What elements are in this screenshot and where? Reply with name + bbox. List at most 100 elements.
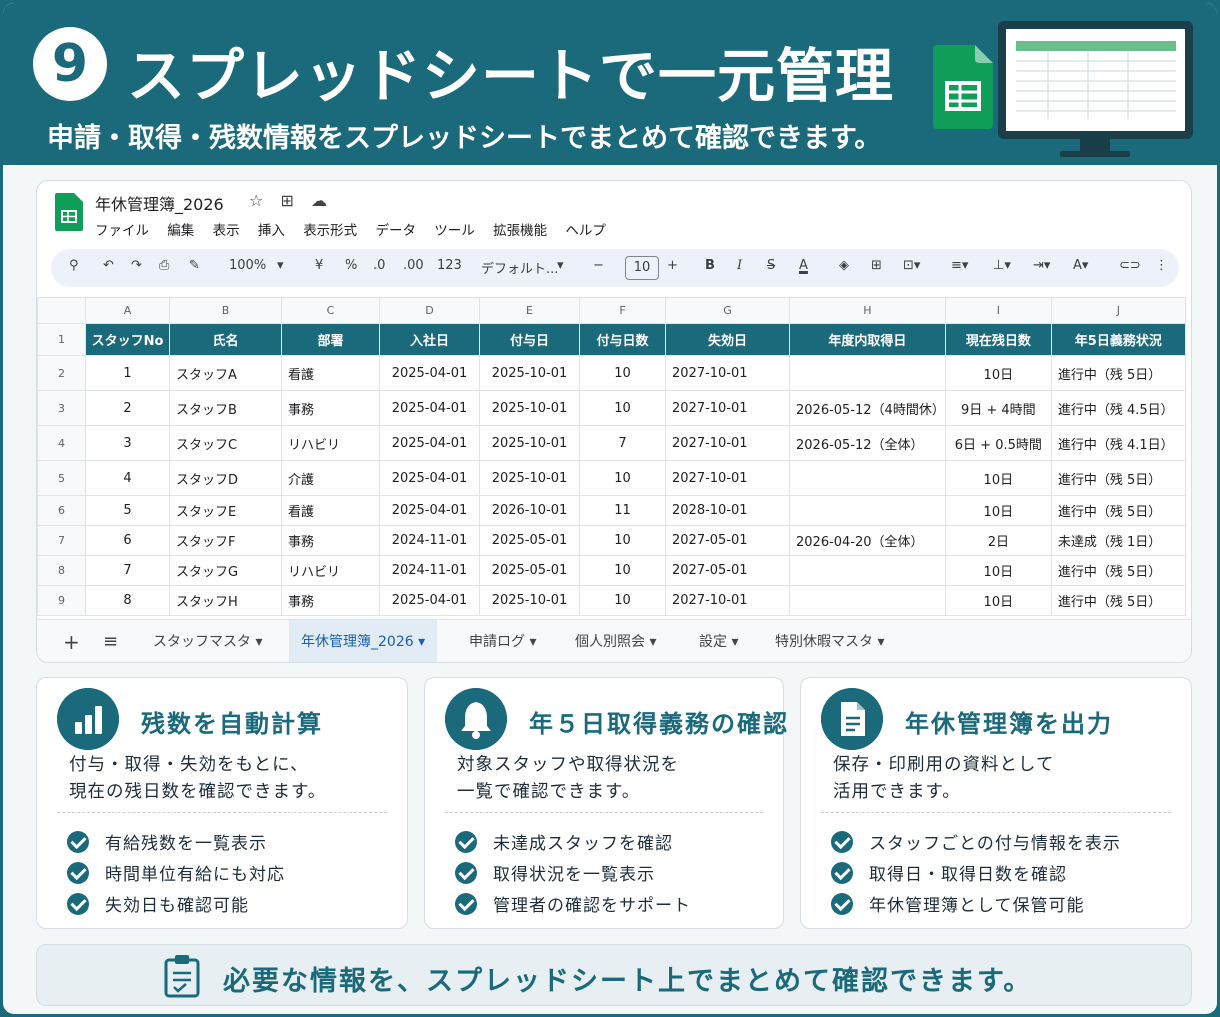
sheet-tab-active[interactable]: 年休管理簿_2026 ▾ <box>289 620 438 662</box>
sheet-tab[interactable]: 申請ログ ▾ <box>469 620 536 662</box>
strikethrough-button[interactable]: S <box>767 258 775 273</box>
row-number[interactable]: 5 <box>37 460 86 496</box>
row-number[interactable]: 2 <box>37 355 86 391</box>
table-cell[interactable]: 2027-10-01 <box>665 390 790 426</box>
table-cell[interactable]: 進行中（残 5日） <box>1050 460 1186 496</box>
table-cell[interactable]: リハビリ <box>281 555 380 586</box>
undo-icon[interactable]: ↶ <box>103 258 114 273</box>
table-cell[interactable]: 10日 <box>944 460 1052 496</box>
table-cell[interactable]: 2026-05-12（全体） <box>789 425 946 461</box>
font-size-decrease-button[interactable]: − <box>593 258 604 273</box>
column-letter[interactable]: D <box>379 297 480 324</box>
table-cell[interactable]: 2025-04-01 <box>379 390 480 426</box>
table-cell[interactable]: 2025-10-01 <box>479 355 580 391</box>
table-cell[interactable]: リハビリ <box>281 425 380 461</box>
column-letter[interactable]: H <box>789 297 946 324</box>
table-cell[interactable]: スタッフG <box>169 555 282 586</box>
row-number[interactable]: 8 <box>37 555 86 586</box>
italic-button[interactable]: I <box>737 258 742 273</box>
table-cell[interactable]: 看護 <box>281 355 380 391</box>
header-cell[interactable]: 年度内取得日 <box>789 323 946 356</box>
menu-insert[interactable]: 挿入 <box>258 223 285 239</box>
header-cell[interactable]: 入社日 <box>379 323 480 356</box>
column-letter[interactable]: C <box>281 297 380 324</box>
document-title[interactable]: 年休管理簿_2026 <box>95 191 224 215</box>
all-sheets-icon[interactable]: ≡ <box>103 620 118 662</box>
table-cell[interactable]: 進行中（残 5日） <box>1050 355 1186 391</box>
row-number[interactable]: 7 <box>37 525 86 556</box>
increase-decimal-button[interactable]: .00 <box>403 258 424 273</box>
font-select[interactable]: デフォルト... <box>481 258 558 277</box>
sheet-tab[interactable]: 設定 ▾ <box>699 620 738 662</box>
redo-icon[interactable]: ↷ <box>131 258 142 273</box>
table-cell[interactable]: 10日 <box>944 495 1052 526</box>
text-color-button[interactable]: A <box>799 258 808 273</box>
table-cell[interactable]: 2027-10-01 <box>665 355 790 391</box>
table-cell[interactable]: スタッフB <box>169 390 282 426</box>
table-cell[interactable]: 2025-05-01 <box>479 555 580 586</box>
table-cell[interactable]: 2025-10-01 <box>479 460 580 496</box>
menu-extensions[interactable]: 拡張機能 <box>493 223 547 239</box>
table-cell[interactable]: スタッフH <box>169 585 282 616</box>
table-cell[interactable]: 11 <box>579 495 666 526</box>
table-cell[interactable]: 10 <box>579 355 666 391</box>
table-cell[interactable]: 2025-04-01 <box>379 585 480 616</box>
text-rotation-icon[interactable]: A▾ <box>1073 258 1088 273</box>
select-all-corner[interactable] <box>37 297 86 324</box>
table-cell[interactable]: 進行中（残 5日） <box>1050 495 1186 526</box>
column-letter[interactable]: J <box>1050 297 1186 324</box>
table-cell[interactable]: 2025-05-01 <box>479 525 580 556</box>
table-cell[interactable]: 2025-04-01 <box>379 495 480 526</box>
search-icon[interactable]: ⚲ <box>69 258 79 273</box>
table-cell[interactable]: スタッフD <box>169 460 282 496</box>
table-cell[interactable]: 2025-10-01 <box>479 585 580 616</box>
table-cell[interactable]: 2027-05-01 <box>665 555 790 586</box>
header-cell[interactable]: 付与日数 <box>579 323 666 356</box>
table-cell[interactable]: 10日 <box>944 585 1052 616</box>
table-cell[interactable]: 進行中（残 5日） <box>1050 555 1186 586</box>
header-cell[interactable]: 氏名 <box>169 323 282 356</box>
font-size-increase-button[interactable]: + <box>667 258 678 273</box>
horizontal-align-icon[interactable]: ≡▾ <box>951 258 968 273</box>
table-cell[interactable]: 進行中（残 4.1日） <box>1050 425 1186 461</box>
table-cell[interactable]: 10 <box>579 460 666 496</box>
star-icon[interactable]: ☆ <box>249 191 263 210</box>
table-cell[interactable]: 9日 + 4時間 <box>944 390 1052 426</box>
chevron-down-icon[interactable]: ▾ <box>557 258 564 273</box>
table-cell[interactable]: 2025-04-01 <box>379 355 480 391</box>
table-cell[interactable]: 2026-04-20（全体） <box>789 525 946 556</box>
zoom-select[interactable]: 100% <box>229 258 266 273</box>
header-cell[interactable]: 年5日義務状況 <box>1050 323 1186 356</box>
percent-button[interactable]: % <box>345 258 357 273</box>
column-letter[interactable]: E <box>479 297 580 324</box>
table-cell[interactable]: 6日 + 0.5時間 <box>944 425 1052 461</box>
add-sheet-icon[interactable]: + <box>63 620 80 662</box>
sheet-tab[interactable]: 特別休暇マスタ ▾ <box>775 620 884 662</box>
menu-tools[interactable]: ツール <box>434 223 475 239</box>
number-format-button[interactable]: 123 <box>437 258 462 273</box>
table-cell[interactable]: 事務 <box>281 525 380 556</box>
table-cell[interactable]: 2027-10-01 <box>665 585 790 616</box>
table-cell[interactable]: 10 <box>579 585 666 616</box>
table-cell[interactable]: 2025-10-01 <box>479 425 580 461</box>
header-cell[interactable]: 付与日 <box>479 323 580 356</box>
table-cell[interactable]: 事務 <box>281 390 380 426</box>
menu-help[interactable]: ヘルプ <box>565 223 606 239</box>
table-cell[interactable]: 6 <box>85 525 170 556</box>
table-cell[interactable]: 2024-11-01 <box>379 555 480 586</box>
table-cell[interactable]: 1 <box>85 355 170 391</box>
table-cell[interactable]: 2026-05-12（4時間休） <box>789 390 946 426</box>
text-wrap-icon[interactable]: ⇥▾ <box>1033 258 1050 273</box>
table-cell[interactable]: 10 <box>579 390 666 426</box>
table-cell[interactable]: 2025-04-01 <box>379 460 480 496</box>
row-number[interactable]: 4 <box>37 425 86 461</box>
table-cell[interactable]: 10 <box>579 525 666 556</box>
row-number[interactable]: 9 <box>37 585 86 616</box>
header-cell[interactable]: 現在残日数 <box>944 323 1052 356</box>
borders-icon[interactable]: ⊞ <box>871 258 882 273</box>
menu-edit[interactable]: 編集 <box>167 223 194 239</box>
column-letter[interactable]: F <box>579 297 666 324</box>
print-icon[interactable]: ⎙ <box>159 258 169 273</box>
menu-view[interactable]: 表示 <box>213 223 240 239</box>
table-cell[interactable]: スタッフC <box>169 425 282 461</box>
